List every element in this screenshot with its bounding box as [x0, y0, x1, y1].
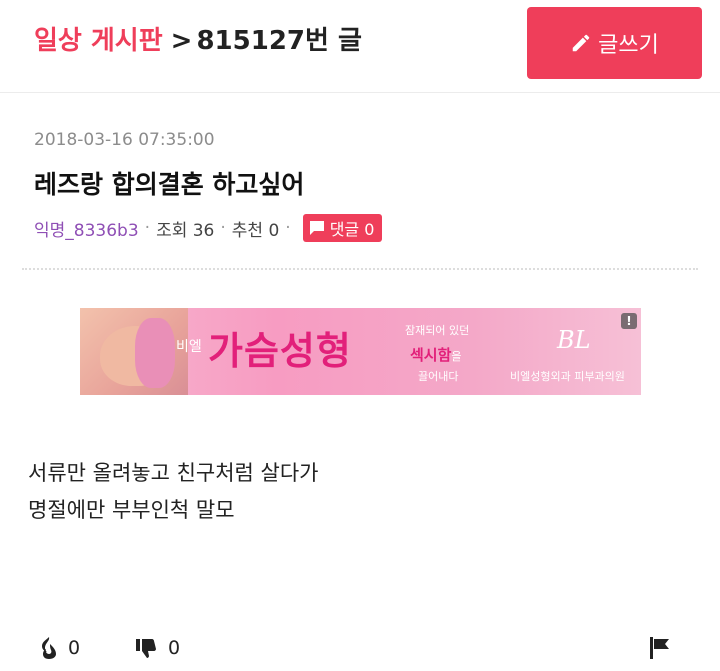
- ad-model-image: [80, 308, 188, 395]
- ad-banner[interactable]: 비엘 가슴성형 잠재되어 있던 섹시함을 끌어내다 BL 비엘성형외과 피부과의…: [80, 308, 641, 395]
- post-meta: 익명_8336b3 · 조회 36 · 추천 0 · 댓글 0: [34, 214, 383, 242]
- ad-tagline-particle: 을: [451, 350, 462, 363]
- dislike-count: 0: [168, 637, 181, 659]
- flag-icon: [650, 637, 669, 659]
- dislike-button[interactable]: 0: [136, 630, 180, 666]
- ad-tagline-1: 잠재되어 있던: [405, 324, 470, 337]
- meta-separator: ·: [285, 218, 291, 238]
- ad-brand-label: 비엘: [176, 339, 202, 355]
- breadcrumb-separator: >: [170, 26, 193, 56]
- ad-logo: BL: [557, 326, 591, 354]
- ad-tagline-3: 끌어내다: [418, 370, 459, 383]
- post-body: 서류만 올려놓고 친구처럼 살다가 명절에만 부부인척 말모: [28, 455, 319, 529]
- post-likes: 추천 0: [231, 220, 280, 241]
- ad-tagline-2: 섹시함을: [410, 344, 462, 365]
- write-button[interactable]: 글쓰기: [527, 7, 702, 79]
- thumbs-down-icon: [136, 639, 156, 658]
- comment-count-badge[interactable]: 댓글 0: [302, 214, 383, 242]
- ad-info-icon[interactable]: !: [621, 313, 637, 329]
- post-views: 조회 36: [156, 220, 215, 241]
- board-name-link[interactable]: 일상 게시판: [34, 26, 163, 56]
- post-author[interactable]: 익명_8336b3: [34, 216, 139, 241]
- pencil-icon: [572, 34, 590, 52]
- ad-tagline-highlight: 섹시함: [410, 346, 452, 364]
- post-actions: 0 0: [0, 630, 720, 666]
- post-title: 레즈랑 합의결혼 하고싶어: [34, 170, 305, 199]
- ad-headline: 가슴성형: [208, 329, 352, 373]
- post-body-line: 명절에만 부부인척 말모: [28, 498, 235, 522]
- like-button[interactable]: 0: [40, 630, 80, 666]
- meta-separator: ·: [144, 218, 151, 238]
- write-button-label: 글쓰기: [598, 33, 659, 58]
- divider: [22, 268, 698, 270]
- report-button[interactable]: [647, 630, 681, 666]
- ad-clinic-name: 비엘성형외과 피부과의원: [510, 370, 625, 383]
- post-body-line: 서류만 올려놓고 친구처럼 살다가: [28, 461, 319, 485]
- comment-count-label: 댓글 0: [329, 220, 375, 239]
- post-number: 815127번 글: [196, 26, 362, 56]
- post-date: 2018-03-16 07:35:00: [34, 130, 215, 150]
- breadcrumb: 일상 게시판 >815127번 글: [34, 20, 362, 57]
- meta-separator: ·: [220, 218, 226, 238]
- speech-bubble-icon: [309, 221, 324, 235]
- like-count: 0: [68, 637, 81, 659]
- flame-icon: [42, 637, 56, 659]
- header: 일상 게시판 >815127번 글 글쓰기: [0, 0, 720, 93]
